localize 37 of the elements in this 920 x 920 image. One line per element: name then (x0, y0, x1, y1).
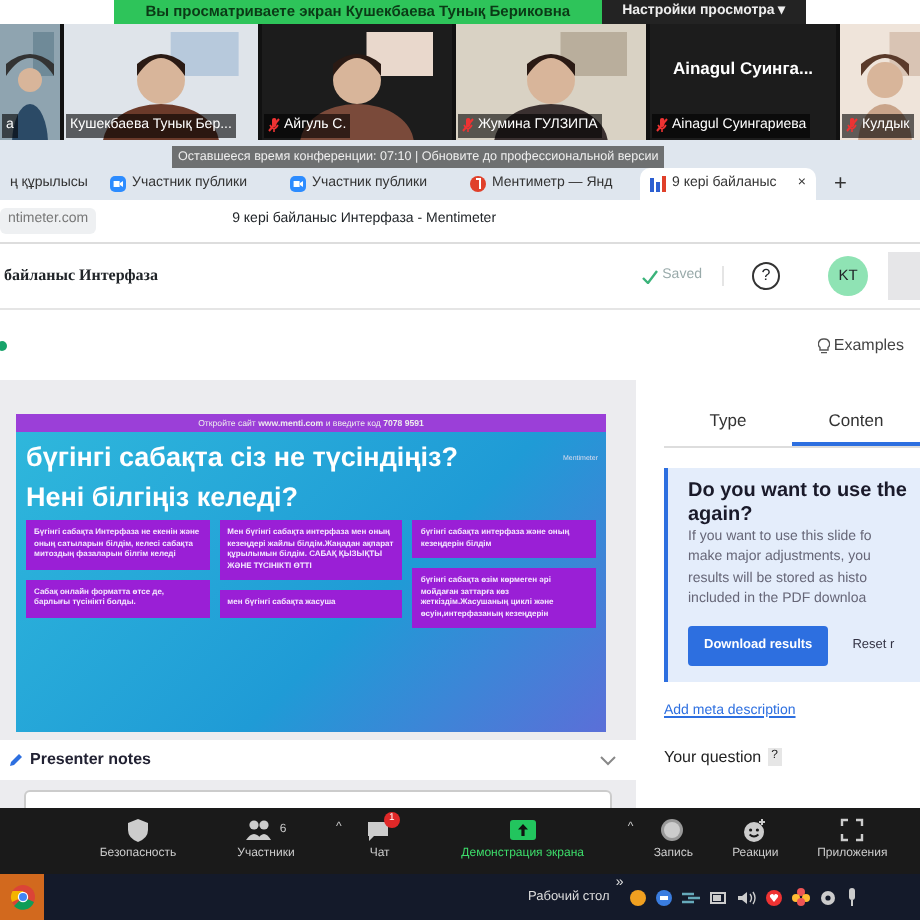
people-icon (245, 818, 272, 842)
info-title: Do you want to use the (688, 479, 909, 504)
pencil-icon (8, 752, 24, 768)
shield-icon (125, 818, 151, 842)
slide-question: бүгінгі сабақта сіз не түсіндіңіз? (24, 440, 460, 472)
screen-share-icon (509, 818, 536, 842)
apps-icon (839, 818, 866, 842)
examples-button[interactable]: Examples (817, 333, 920, 357)
participant-display-name: Ainagul Суинга... (670, 56, 816, 82)
chat-icon[interactable] (655, 889, 672, 905)
check-icon (642, 269, 659, 283)
smile-icon (742, 818, 769, 842)
lightbulb-icon (817, 337, 830, 353)
chevron-down-icon (600, 755, 616, 765)
new-tab-button[interactable]: + (824, 168, 857, 200)
battery-icon[interactable] (709, 891, 728, 903)
camera-icon (290, 176, 306, 192)
presentation-title: байланыс Интерфаза (2, 264, 161, 288)
letter-circle-icon (470, 176, 486, 192)
help-button[interactable]: ? (752, 262, 780, 290)
panel-tab[interactable]: Type (664, 400, 792, 446)
bar-chart-icon (650, 176, 666, 192)
record-icon (660, 818, 687, 842)
flower-icon[interactable] (791, 888, 810, 906)
slide-question: Нені білгіңіз келеді? (24, 480, 301, 512)
chat-icon (366, 818, 393, 842)
heart-icon[interactable] (765, 889, 782, 905)
network-icon[interactable] (681, 889, 700, 905)
question-label: Your question (664, 745, 762, 769)
presenter-notes-label: Presenter notes (30, 748, 151, 772)
status-dot-icon[interactable] (629, 889, 646, 905)
panel-tab[interactable]: Conten (792, 400, 920, 446)
info-title: again? (688, 503, 755, 528)
browser-icon (9, 884, 35, 910)
microphone-icon[interactable] (845, 888, 858, 906)
camera-icon (110, 176, 126, 192)
speaker-icon[interactable] (737, 889, 756, 905)
